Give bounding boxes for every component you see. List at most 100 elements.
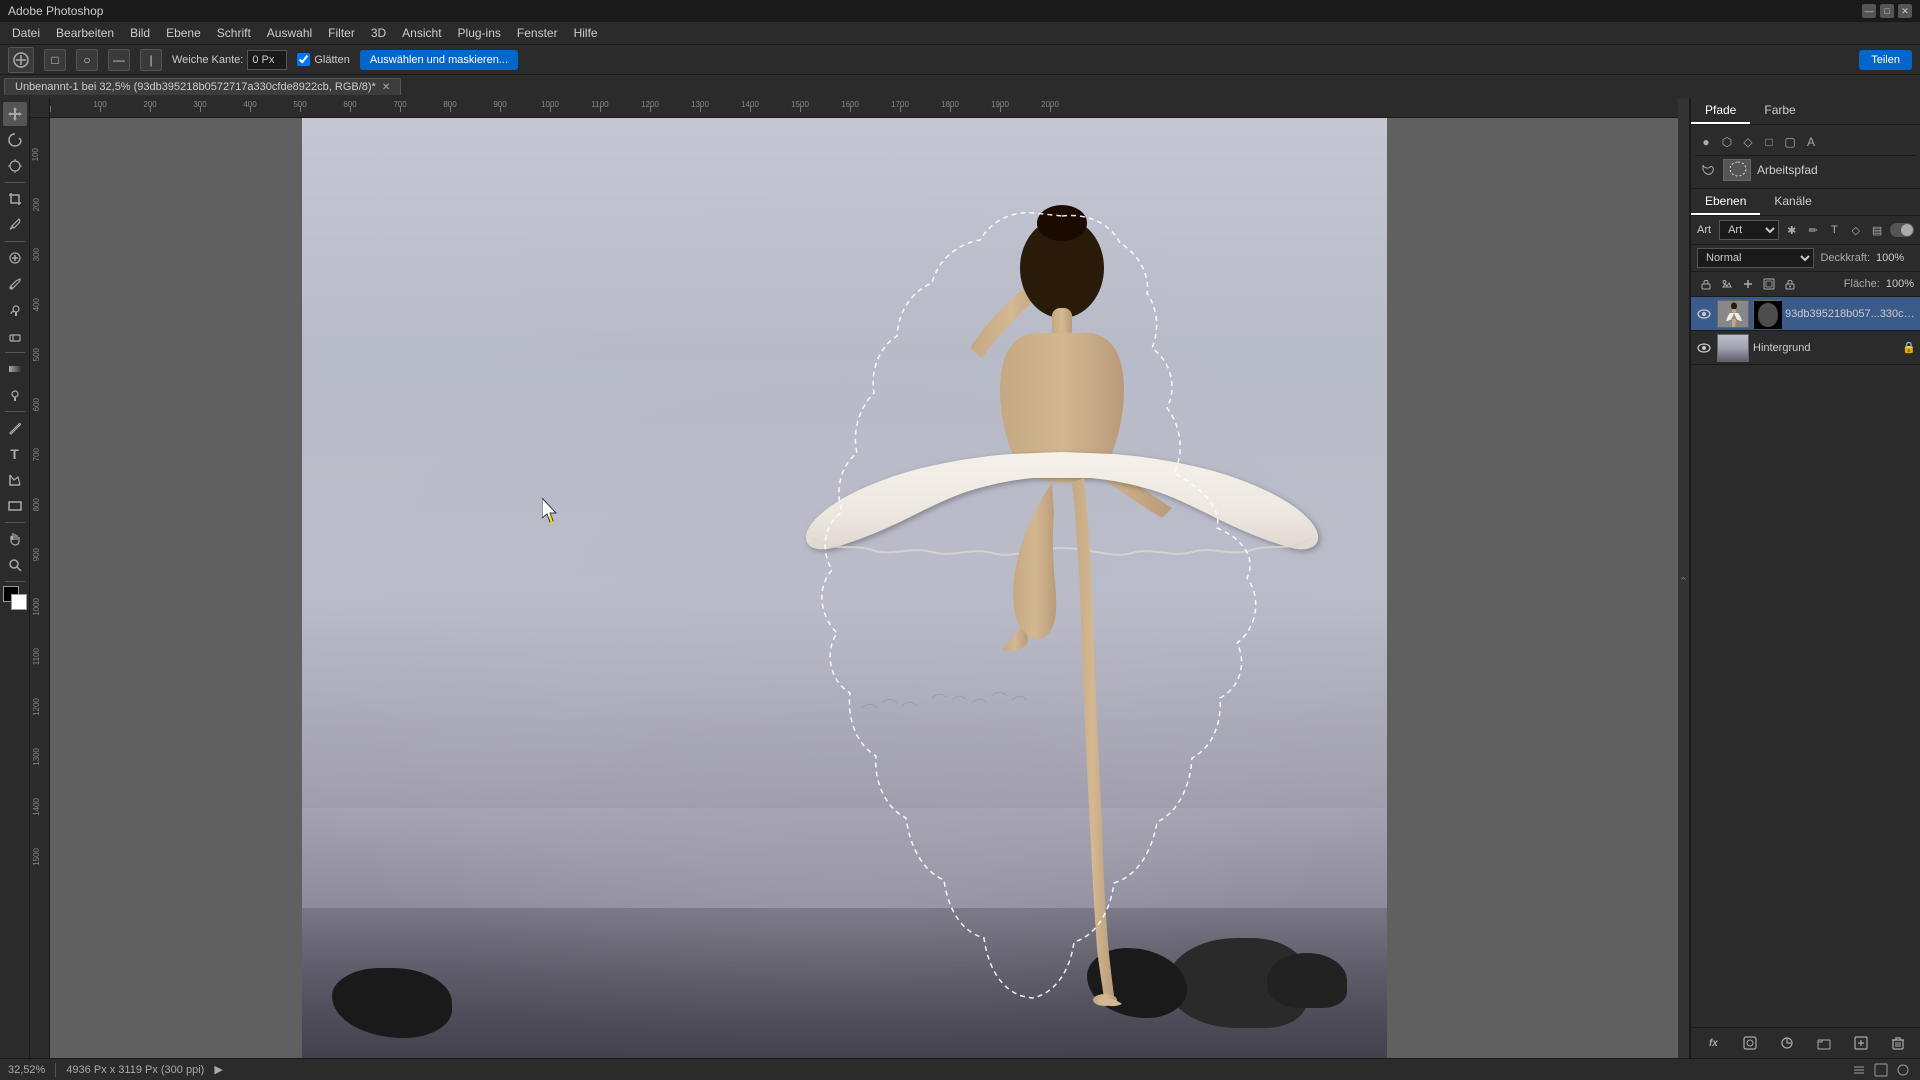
add-fx-button[interactable]: fx [1702, 1032, 1724, 1054]
smooth-label: Glätten [314, 54, 349, 66]
menu-plugins[interactable]: Plug-ins [450, 24, 509, 42]
add-group-button[interactable] [1813, 1032, 1835, 1054]
soft-edge-input[interactable] [247, 50, 287, 70]
layer-thumbnail-1 [1717, 300, 1749, 328]
single-col-icon[interactable]: | [140, 49, 162, 71]
layer-name-2: Hintergrund [1753, 342, 1898, 354]
canvas-content[interactable] [50, 118, 1678, 1058]
lock-transparent-icon[interactable] [1697, 275, 1715, 293]
blend-mode-select[interactable]: Normal Auflösen Abdunkeln Multiplizieren… [1697, 248, 1814, 268]
layer-filter-icon5[interactable]: ▤ [1868, 220, 1885, 240]
move-tool[interactable] [3, 102, 27, 126]
menu-3d[interactable]: 3D [363, 24, 394, 42]
pen-tool[interactable] [3, 416, 27, 440]
status-arrow[interactable]: ▶ [214, 1063, 222, 1076]
path-rect-icon[interactable]: □ [1760, 133, 1778, 151]
path-diamond-icon[interactable]: ◇ [1739, 133, 1757, 151]
layer-visibility-2[interactable] [1695, 339, 1713, 357]
select-mask-button[interactable]: Auswählen und maskieren... [360, 50, 518, 70]
tab-ebenen[interactable]: Ebenen [1691, 189, 1760, 215]
tab-farbe[interactable]: Farbe [1750, 98, 1809, 124]
path-frame-icon[interactable]: ▢ [1781, 133, 1799, 151]
menu-ansicht[interactable]: Ansicht [394, 24, 449, 42]
arbeitspfad-item[interactable]: Arbeitspfad [1695, 156, 1916, 184]
lock-all-icon[interactable] [1781, 275, 1799, 293]
status-icon-3[interactable] [1894, 1061, 1912, 1079]
layers-options: Art Art Name Effekt ✱ ✏ T ◇ ▤ [1691, 216, 1920, 245]
eyedropper-tool[interactable] [3, 213, 27, 237]
ruler-top: // Ruler ticks inline 100 200 300 400 50… [50, 98, 1678, 118]
lock-artboard-icon[interactable] [1760, 275, 1778, 293]
add-mask-button[interactable] [1739, 1032, 1761, 1054]
close-button[interactable]: ✕ [1898, 4, 1912, 18]
menu-bild[interactable]: Bild [122, 24, 158, 42]
menu-ebene[interactable]: Ebene [158, 24, 209, 42]
layer-filter-toggle[interactable] [1890, 223, 1914, 237]
rectangle-tool[interactable] [3, 494, 27, 518]
smooth-checkbox[interactable] [297, 53, 310, 66]
layer-name-1: 93db395218b057...330cfde8922cb [1785, 308, 1916, 320]
lasso-tool[interactable] [3, 128, 27, 152]
menu-filter[interactable]: Filter [320, 24, 363, 42]
blend-mode-row: Normal Auflösen Abdunkeln Multiplizieren… [1691, 245, 1920, 272]
crop-tool[interactable] [3, 187, 27, 211]
color-selector[interactable] [3, 586, 27, 610]
menu-bearbeiten[interactable]: Bearbeiten [48, 24, 122, 42]
status-separator-1 [55, 1063, 56, 1077]
layer-filter-icon1[interactable]: ✱ [1783, 220, 1800, 240]
toolbox: T [0, 98, 30, 1058]
brush-tool[interactable] [3, 272, 27, 296]
layer-filter-icon4[interactable]: ◇ [1847, 220, 1864, 240]
layer-row-background[interactable]: Hintergrund 🔒 [1691, 331, 1920, 365]
single-row-icon[interactable]: — [108, 49, 130, 71]
menu-schrift[interactable]: Schrift [209, 24, 259, 42]
add-adjustment-button[interactable] [1776, 1032, 1798, 1054]
path-hex-icon[interactable]: ⬡ [1718, 133, 1736, 151]
tab-pfade[interactable]: Pfade [1691, 98, 1750, 124]
layer-visibility-1[interactable] [1695, 305, 1713, 323]
tool-separator-6 [5, 581, 25, 582]
lock-position-icon[interactable] [1739, 275, 1757, 293]
menu-auswahl[interactable]: Auswahl [259, 24, 320, 42]
hand-tool[interactable] [3, 527, 27, 551]
tab-kanaele[interactable]: Kanäle [1760, 189, 1825, 215]
zoom-tool[interactable] [3, 553, 27, 577]
tool-preset-icon[interactable] [8, 47, 34, 73]
menu-datei[interactable]: Datei [4, 24, 48, 42]
panel-collapse-button[interactable]: › [1678, 98, 1690, 1058]
path-circle-icon[interactable]: ● [1697, 133, 1715, 151]
smooth-checkbox-label[interactable]: Glätten [297, 53, 349, 66]
minimize-button[interactable]: — [1862, 4, 1876, 18]
layer-filter-icon2[interactable]: ✏ [1804, 220, 1821, 240]
layer-filter-icon3[interactable]: T [1826, 220, 1843, 240]
titlebar: Adobe Photoshop — □ ✕ [0, 0, 1920, 22]
delete-layer-button[interactable] [1887, 1032, 1909, 1054]
maximize-button[interactable]: □ [1880, 4, 1894, 18]
eraser-tool[interactable] [3, 324, 27, 348]
layer-row-ballerina[interactable]: 93db395218b057...330cfde8922cb [1691, 297, 1920, 331]
scene [302, 118, 1387, 1058]
tab-close-button[interactable]: ✕ [382, 82, 390, 93]
canvas-area[interactable]: // Ruler ticks inline 100 200 300 400 50… [30, 98, 1678, 1058]
menu-hilfe[interactable]: Hilfe [566, 24, 606, 42]
doc-size: 4936 Px x 3119 Px (300 ppi) [66, 1064, 204, 1076]
menu-fenster[interactable]: Fenster [509, 24, 566, 42]
path-select-tool[interactable] [3, 468, 27, 492]
layer-kind-select[interactable]: Art Name Effekt [1719, 220, 1779, 240]
status-icon-2[interactable] [1872, 1061, 1890, 1079]
quick-select-tool[interactable] [3, 154, 27, 178]
document-tab[interactable]: Unbenannt-1 bei 32,5% (93db395218b057271… [4, 78, 401, 95]
status-icon-1[interactable] [1850, 1061, 1868, 1079]
text-tool[interactable]: T [3, 442, 27, 466]
fill-value: 100% [1886, 278, 1914, 290]
clone-stamp-tool[interactable] [3, 298, 27, 322]
dodge-tool[interactable] [3, 383, 27, 407]
lock-image-icon[interactable] [1718, 275, 1736, 293]
path-type-icon[interactable]: A [1802, 133, 1820, 151]
add-layer-button[interactable] [1850, 1032, 1872, 1054]
rect-marquee-icon[interactable]: □ [44, 49, 66, 71]
share-button[interactable]: Teilen [1859, 50, 1912, 70]
gradient-tool[interactable] [3, 357, 27, 381]
circle-marquee-icon[interactable]: ○ [76, 49, 98, 71]
healing-tool[interactable] [3, 246, 27, 270]
